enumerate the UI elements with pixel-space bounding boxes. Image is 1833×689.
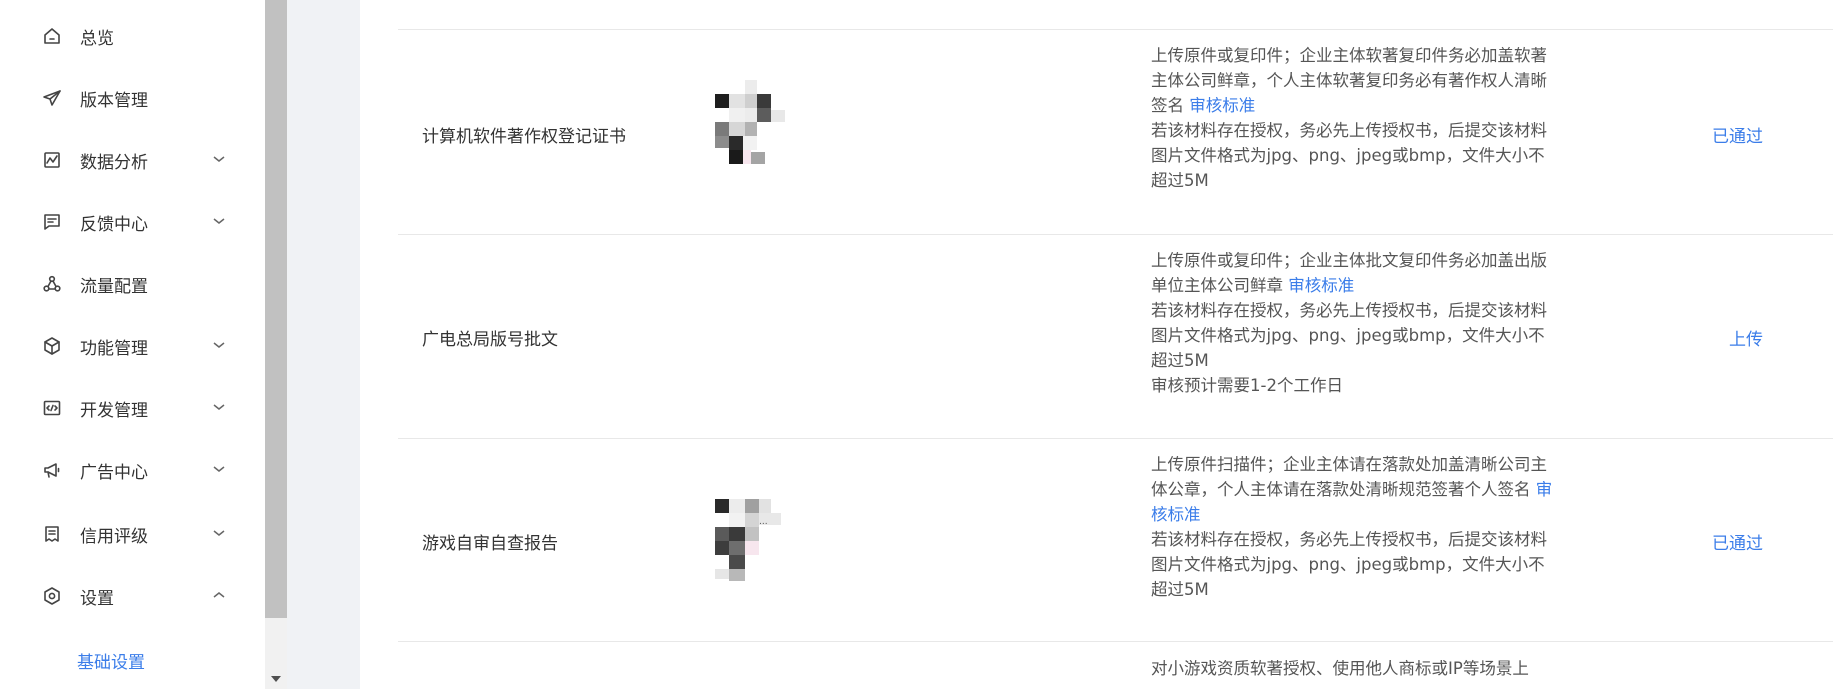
chevron-down-icon[interactable] <box>212 151 230 169</box>
svg-text:...: ... <box>759 517 768 527</box>
code-icon <box>40 396 64 420</box>
table-row: 游戏自审自查报告 ... 上传原件扫描件；企业主体请在落款处加盖清晰公司主体公章… <box>360 439 1833 641</box>
nav-label: 信用评级 <box>80 526 148 547</box>
status-passed-link[interactable]: 已通过 <box>1712 529 1763 554</box>
nav-label: 广告中心 <box>80 462 148 483</box>
nav-item-credit[interactable]: 信用评级 <box>0 508 265 560</box>
chevron-down-icon[interactable] <box>212 461 230 479</box>
nav-label: 反馈中心 <box>80 214 148 235</box>
material-thumbnail[interactable] <box>695 80 805 170</box>
status-passed-link[interactable]: 已通过 <box>1712 122 1763 147</box>
desc-review-time: 审核预计需要1-2个工作日 <box>1151 376 1343 395</box>
megaphone-icon <box>40 458 64 482</box>
upload-link[interactable]: 上传 <box>1729 325 1763 350</box>
nav-item-analytics[interactable]: 数据分析 <box>0 134 265 186</box>
nav-item-traffic[interactable]: 流量配置 <box>0 258 265 310</box>
nav-item-feedback[interactable]: 反馈中心 <box>0 196 265 248</box>
nav-item-settings[interactable]: 设置 <box>0 570 265 622</box>
nav-item-overview[interactable]: 总览 <box>0 10 265 62</box>
nav-label: 数据分析 <box>80 152 148 173</box>
nav-label: 版本管理 <box>80 90 148 111</box>
review-standard-link[interactable]: 审核标准 <box>1189 96 1255 115</box>
table-row: 广电总局版号批文 上传原件或复印件；企业主体批文复印件务必加盖出版单位主体公司鲜… <box>360 235 1833 438</box>
nav-label: 开发管理 <box>80 400 148 421</box>
nav-item-features[interactable]: 功能管理 <box>0 320 265 372</box>
table-row: 对小游戏资质软著授权、使用他人商标或IP等场景上 <box>360 642 1833 689</box>
gear-icon <box>40 584 64 608</box>
material-description: 上传原件扫描件；企业主体请在落款处加盖清晰公司主体公章，个人主体请在落款处清晰规… <box>1151 452 1556 602</box>
material-name: 计算机软件著作权登记证书 <box>422 127 626 147</box>
nav-label: 设置 <box>80 588 114 609</box>
desc-authorization: 若该材料存在授权，务必先上传授权书，后提交该材料 <box>1151 301 1547 320</box>
material-name: 广电总局版号批文 <box>422 330 558 350</box>
nav-item-development[interactable]: 开发管理 <box>0 382 265 434</box>
chevron-up-icon[interactable] <box>212 587 230 605</box>
home-icon <box>40 24 64 48</box>
desc-file-format: 图片文件格式为jpg、png、jpeg或bmp，文件大小不超过5M <box>1151 326 1545 370</box>
material-description: 对小游戏资质软著授权、使用他人商标或IP等场景上 <box>1151 656 1556 681</box>
material-thumbnail[interactable]: ... <box>695 499 805 589</box>
desc-file-format: 图片文件格式为jpg、png、jpeg或bmp，文件大小不超过5M <box>1151 146 1545 190</box>
send-icon <box>40 86 64 110</box>
material-name: 游戏自审自查报告 <box>422 534 558 554</box>
review-standard-link[interactable]: 审核标准 <box>1288 276 1354 295</box>
scrollbar-thumb[interactable] <box>265 0 287 618</box>
material-description: 上传原件或复印件；企业主体批文复印件务必加盖出版单位主体公司鲜章 审核标准 若该… <box>1151 248 1556 398</box>
material-description: 上传原件或复印件；企业主体软著复印件务必加盖软著主体公司鲜章，个人主体软著复印务… <box>1151 43 1556 193</box>
nav-label: 流量配置 <box>80 276 148 297</box>
sidebar: 总览 版本管理 数据分析 反馈中心 流量配置 功能管理 开发管理 广告中心 信用… <box>0 0 265 689</box>
sub-item-label: 基础设置 <box>77 652 145 673</box>
share-icon <box>40 272 64 296</box>
desc-authorization: 若该材料存在授权，务必先上传授权书，后提交该材料 <box>1151 121 1547 140</box>
desc-authorization: 若该材料存在授权，务必先上传授权书，后提交该材料 <box>1151 530 1547 549</box>
nav-label: 总览 <box>80 28 114 49</box>
chart-icon <box>40 148 64 172</box>
scroll-down-arrow-icon[interactable] <box>265 669 287 689</box>
content-gutter <box>287 0 360 689</box>
chevron-down-icon[interactable] <box>212 213 230 231</box>
desc-requirement: 对小游戏资质软著授权、使用他人商标或IP等场景上 <box>1151 659 1529 678</box>
desc-file-format: 图片文件格式为jpg、png、jpeg或bmp，文件大小不超过5M <box>1151 555 1545 599</box>
nav-item-versions[interactable]: 版本管理 <box>0 72 265 124</box>
table-row: 计算机软件著作权登记证书 上传原件或复印件；企业主体软著复印件务必加盖软著主体公… <box>360 30 1833 234</box>
document-icon <box>40 522 64 546</box>
chevron-down-icon[interactable] <box>212 525 230 543</box>
cube-icon <box>40 334 64 358</box>
desc-requirement: 上传原件扫描件；企业主体请在落款处加盖清晰公司主体公章，个人主体请在落款处清晰规… <box>1151 455 1547 499</box>
sidebar-scrollbar[interactable] <box>265 0 287 689</box>
nav-item-ads[interactable]: 广告中心 <box>0 444 265 496</box>
materials-table: 计算机软件著作权登记证书 上传原件或复印件；企业主体软著复印件务必加盖软著主体公… <box>360 0 1833 689</box>
message-icon <box>40 210 64 234</box>
nav-label: 功能管理 <box>80 338 148 359</box>
chevron-down-icon[interactable] <box>212 337 230 355</box>
sub-item-basic-settings[interactable]: 基础设置 <box>0 638 265 682</box>
chevron-down-icon[interactable] <box>212 399 230 417</box>
